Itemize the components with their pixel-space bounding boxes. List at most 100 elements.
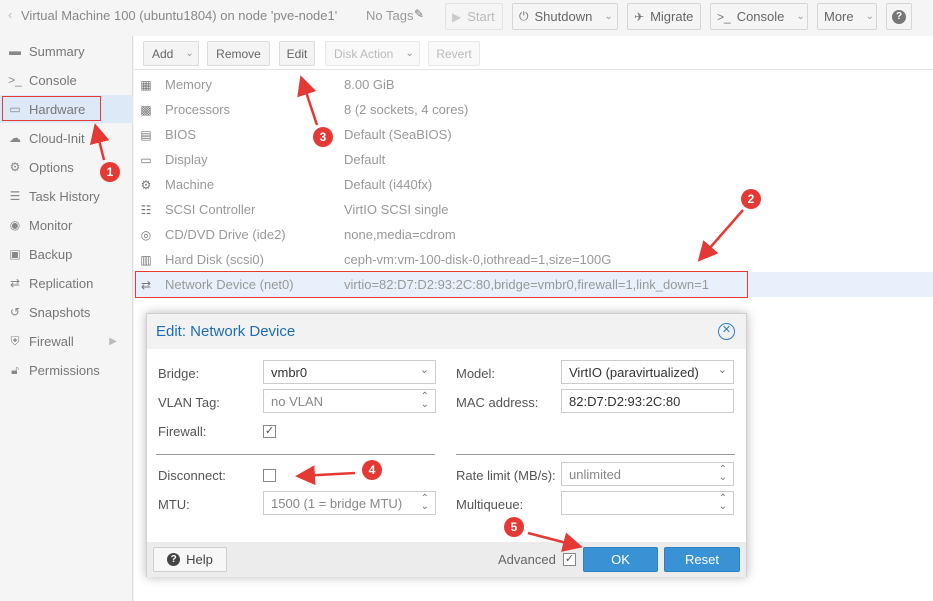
sidebar-item-replication[interactable]: ⇄ Replication (0, 269, 133, 297)
sidebar-item-task-history[interactable]: ☰ Task History (0, 182, 133, 210)
mtu-label: MTU: (158, 497, 190, 512)
sidebar-item-permissions[interactable]: 🔓︎ Permissions (0, 356, 133, 384)
disconnect-label: Disconnect: (158, 468, 226, 483)
retweet-icon: ⇄ (9, 276, 21, 290)
spinner-icon[interactable]: ⌃ ⌄ (719, 494, 727, 512)
hardware-row-bios[interactable]: ▤ BIOS Default (SeaBIOS) (134, 122, 933, 147)
chip-icon: ▤ (140, 127, 152, 142)
mac-address-label: MAC address: (456, 395, 539, 410)
harddisk-icon: ▥ (140, 252, 152, 267)
dialog-footer: ? Help Advanced ✓ OK Reset (147, 542, 746, 577)
play-icon: ▶ (452, 9, 462, 24)
hardware-row-display[interactable]: ▭ Display Default (134, 147, 933, 172)
rate-limit-spinner[interactable]: unlimited ⌃ ⌄ (561, 462, 734, 486)
annotation-marker-2: 2 (741, 189, 761, 209)
vlan-tag-label: VLAN Tag: (158, 395, 220, 410)
disconnect-checkbox[interactable] (263, 469, 276, 482)
vm-toolbar: ‹ Virtual Machine 100 (ubuntu1804) on no… (0, 0, 933, 34)
hardware-row-processors[interactable]: ▩ Processors 8 (2 sockets, 4 cores) (134, 97, 933, 122)
firewall-checkbox[interactable]: ✓ (263, 425, 276, 438)
spinner-icon[interactable]: ⌃ ⌄ (719, 465, 727, 483)
console-button[interactable]: >_ Console ⌄ (710, 3, 808, 30)
question-icon: ? (892, 9, 906, 24)
spinner-icon[interactable]: ⌃ ⌄ (421, 392, 429, 410)
annotation-marker-5: 5 (504, 517, 524, 537)
edit-button[interactable]: Edit (279, 41, 315, 66)
sidebar-item-snapshots[interactable]: ↺ Snapshots (0, 298, 133, 326)
sidebar-item-cloud-init[interactable]: ☁ Cloud-Init (0, 124, 133, 152)
multiqueue-label: Multiqueue: (456, 497, 524, 512)
highlight-hardware (2, 96, 101, 121)
mac-address-input[interactable]: 82:D7:D2:93:2C:80 (561, 389, 734, 413)
add-button[interactable]: Add ⌄ (143, 41, 199, 66)
advanced-label: Advanced (498, 552, 556, 567)
start-button[interactable]: ▶ Start (445, 3, 503, 30)
hardware-toolbar: Add ⌄ Remove Edit Disk Action ⌄ Revert (134, 36, 933, 70)
rate-limit-label: Rate limit (MB/s): (456, 468, 556, 483)
multiqueue-spinner[interactable]: ⌃ ⌄ (561, 491, 734, 515)
close-icon[interactable]: ✕ (718, 323, 735, 340)
chevron-left-icon[interactable]: ‹ (8, 7, 12, 22)
edit-network-device-dialog: Edit: Network Device ✕ Bridge: vmbr0 ⌄ V… (146, 313, 747, 577)
bridge-select[interactable]: vmbr0 ⌄ (263, 360, 436, 384)
desktop-icon: ▭ (140, 152, 152, 167)
memory-icon: ▦ (140, 77, 152, 92)
chevron-down-icon[interactable]: ⌄ (796, 11, 804, 22)
chevron-right-icon: ▶ (109, 335, 117, 347)
sidebar-item-summary[interactable]: ▬ Summary (0, 37, 133, 65)
cloud-icon: ☁ (9, 131, 21, 145)
unlock-icon: 🔓︎ (11, 362, 19, 377)
book-icon: ▬ (9, 44, 21, 58)
pencil-icon[interactable]: ✎ (414, 7, 424, 21)
mtu-spinner[interactable]: 1500 (1 = bridge MTU) ⌃ ⌄ (263, 491, 436, 515)
hardware-row-machine[interactable]: ⚙ Machine Default (i440fx) (134, 172, 933, 197)
dialog-title: Edit: Network Device (156, 323, 296, 340)
sidebar-item-backup[interactable]: ▣ Backup (0, 240, 133, 268)
shutdown-button[interactable]: ⏻ Shutdown ⌄ (512, 3, 618, 30)
chevron-down-icon: ⌄ (419, 364, 429, 376)
more-button[interactable]: More ⌄ (817, 3, 877, 30)
terminal-icon: >_ (8, 73, 22, 87)
model-select[interactable]: VirtIO (paravirtualized) ⌄ (561, 360, 734, 384)
revert-button[interactable]: Revert (428, 41, 480, 66)
reset-button[interactable]: Reset (664, 547, 740, 572)
database-icon: ☷ (140, 202, 152, 217)
history-icon: ↺ (9, 305, 21, 319)
chevron-down-icon[interactable]: ⌄ (604, 11, 612, 22)
terminal-icon: >_ (717, 9, 731, 24)
help-button[interactable]: ? Help (153, 547, 227, 572)
disk-action-button[interactable]: Disk Action ⌄ (325, 41, 420, 66)
cdrom-icon: ◎ (140, 227, 152, 242)
vlan-tag-spinner[interactable]: no VLAN ⌃ ⌄ (263, 389, 436, 413)
sidebar-item-monitor[interactable]: ◉ Monitor (0, 211, 133, 239)
chevron-down-icon: ⌄ (185, 48, 194, 59)
firewall-label: Firewall: (158, 424, 207, 439)
sidebar-item-console[interactable]: >_ Console (0, 66, 133, 94)
highlight-network-device (135, 271, 748, 298)
hardware-row-memory[interactable]: ▦ Memory 8.00 GiB (134, 72, 933, 97)
send-icon: ✈ (634, 9, 645, 24)
help-button[interactable]: ? (886, 3, 912, 30)
spinner-icon[interactable]: ⌃ ⌄ (421, 494, 429, 512)
bridge-label: Bridge: (158, 366, 200, 381)
hardware-row-scsi-controller[interactable]: ☷ SCSI Controller VirtIO SCSI single (134, 197, 933, 222)
migrate-button[interactable]: ✈ Migrate (627, 3, 701, 30)
chevron-down-icon: ⌄ (865, 11, 875, 22)
hardware-row-cdrom[interactable]: ◎ CD/DVD Drive (ide2) none,media=cdrom (134, 222, 933, 247)
chevron-down-icon: ⌄ (717, 364, 727, 376)
tags-label[interactable]: No Tags (366, 8, 413, 23)
chevron-down-icon: ⌄ (405, 48, 414, 59)
vm-title: Virtual Machine 100 (ubuntu1804) on node… (21, 8, 338, 23)
remove-button[interactable]: Remove (207, 41, 270, 66)
list-icon: ☰ (9, 189, 21, 203)
divider (156, 454, 435, 455)
model-label: Model: (456, 366, 496, 381)
divider (456, 454, 735, 455)
advanced-checkbox[interactable]: ✓ (563, 553, 576, 566)
annotation-marker-1: 1 (100, 162, 120, 182)
eye-icon: ◉ (9, 218, 21, 232)
sidebar-item-firewall[interactable]: ⛨ Firewall ▶ (0, 327, 133, 355)
floppy-icon: ▣ (9, 247, 21, 261)
ok-button[interactable]: OK (583, 547, 658, 572)
hardware-row-hard-disk[interactable]: ▥ Hard Disk (scsi0) ceph-vm:vm-100-disk-… (134, 247, 933, 272)
